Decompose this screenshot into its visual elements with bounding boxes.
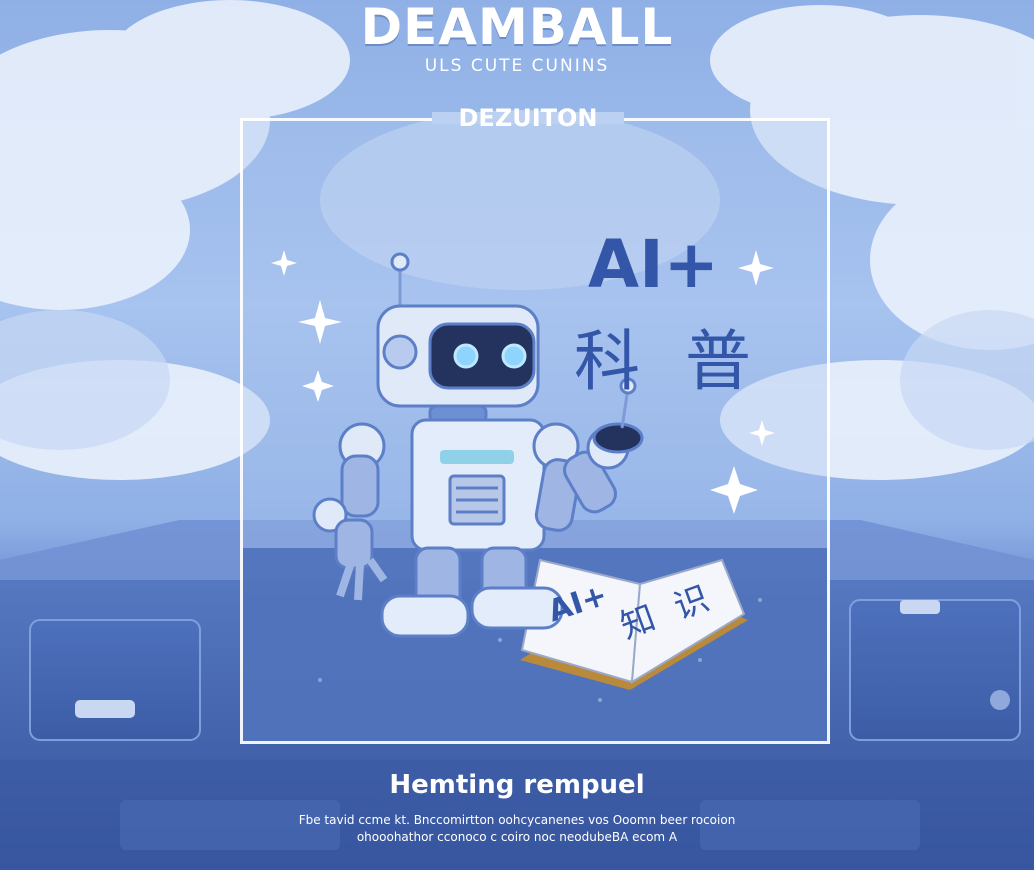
poster-title: DEAMBALL — [360, 0, 674, 56]
frame-label: DEZUITON — [458, 104, 598, 132]
console-right — [849, 599, 1021, 741]
headline-ai: AI+ — [588, 226, 719, 303]
bottom-text: Fbe tavid ccme kt. Bnccomirtton oohcycan… — [298, 813, 736, 844]
bottom-title: Hemting rempuel — [389, 770, 645, 800]
white-frame — [240, 118, 830, 744]
poster-subtitle: ULS CUTE CUNINS — [424, 56, 610, 76]
headline-cn: 科 普 — [574, 323, 763, 400]
poster-scene: DEAMBALL ULS CUTE CUNINS DEZUITON AI+ 科 … — [0, 0, 1034, 870]
console-left — [29, 619, 201, 741]
